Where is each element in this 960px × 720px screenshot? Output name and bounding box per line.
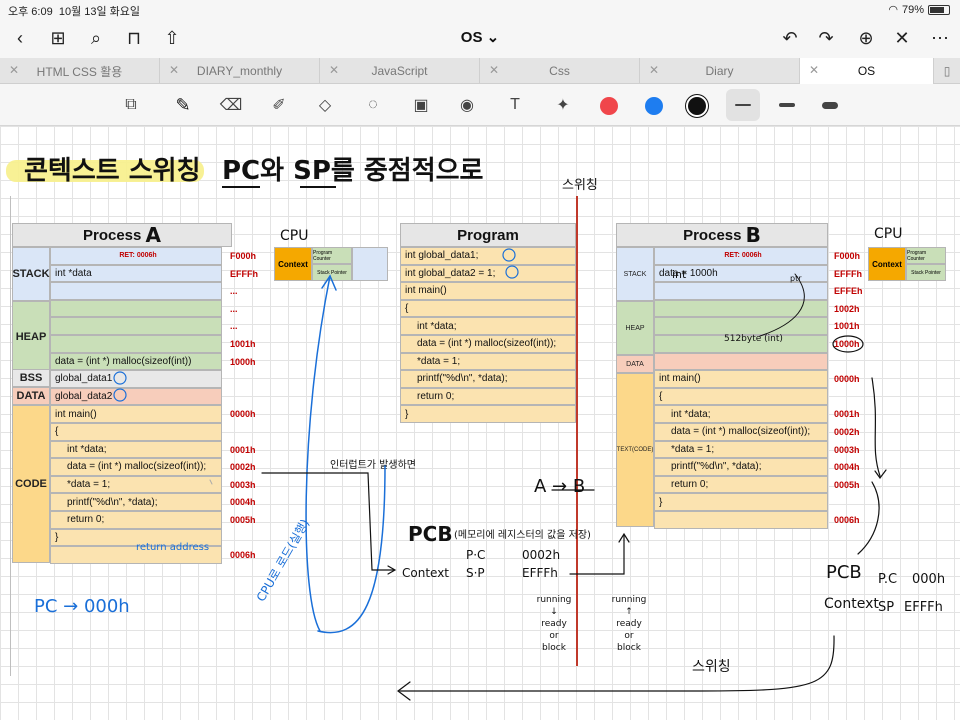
eraser-icon[interactable]: ⌫ <box>218 93 244 117</box>
note-canvas[interactable]: 콘텍스트 스위칭 PC와 SP를 중점적으로 Process A RET: 00… <box>0 126 960 720</box>
b-down-curve <box>857 481 880 555</box>
page-icon[interactable]: ⧉ <box>118 93 144 117</box>
ink-strokes <box>113 248 887 701</box>
battery-fill <box>930 6 945 13</box>
tab-label: DIARY_monthly <box>196 64 283 78</box>
blue-ink-arrow <box>305 275 331 632</box>
lasso-icon[interactable]: ◌ <box>360 93 386 117</box>
close-tab-icon[interactable]: ✕ <box>9 63 19 77</box>
image-icon[interactable]: ▣ <box>408 93 434 117</box>
plus-mark <box>209 479 213 485</box>
text-icon[interactable]: T <box>502 93 528 117</box>
tab-javascript[interactable]: ✕ JavaScript <box>320 58 480 84</box>
heap-addr-circle <box>832 335 864 353</box>
tab-css[interactable]: ✕ Css <box>480 58 640 84</box>
stroke-medium[interactable] <box>779 103 795 107</box>
status-bar: 오후 6:09 10월 13일 화요일 ◠ 79% <box>0 0 960 18</box>
more-icon[interactable]: ⋯ <box>926 24 954 52</box>
tab-label: Css <box>549 64 570 78</box>
redo-icon[interactable]: ↷ <box>812 24 840 52</box>
tab-os[interactable]: ✕ OS <box>800 58 934 84</box>
black-ink-arrow <box>261 472 395 571</box>
blue-circle-2 <box>113 388 127 402</box>
pen-icon[interactable]: ✎ <box>170 93 196 117</box>
status-time: 오후 6:09 <box>8 6 53 18</box>
color-black-swatch[interactable] <box>688 97 706 115</box>
tab-label: Diary <box>705 64 734 78</box>
close-tab-icon[interactable]: ✕ <box>489 63 499 77</box>
camera-icon[interactable]: ◉ <box>454 93 480 117</box>
stroke-thick[interactable] <box>822 102 838 109</box>
nav-bar: ‹ ⊞ ⌕ ⊓ ⇧ OS ⌄ ↶ ↷ ⊕ ✕ ⋯ <box>0 18 960 58</box>
blue-circle-1 <box>113 371 127 385</box>
tab-bar: ✕ HTML CSS 활용 ✕ DIARY_monthly ✕ JavaScript … <box>0 58 960 84</box>
close-tab-icon[interactable]: ✕ <box>169 63 179 77</box>
battery-icon <box>928 4 950 15</box>
close-tab-icon[interactable]: ✕ <box>809 63 819 77</box>
tab-label: OS <box>857 64 876 78</box>
close-tab-icon[interactable]: ✕ <box>649 63 659 77</box>
status-date: 10월 13일 화요일 <box>58 6 141 18</box>
close-icon[interactable]: ✕ <box>888 24 916 52</box>
b-right-arrow <box>871 377 881 477</box>
shapes-icon[interactable]: ◇ <box>312 93 338 117</box>
split-view-icon[interactable]: ▯ <box>934 58 960 84</box>
laser-icon[interactable]: ✦ <box>550 93 576 117</box>
chevron-down-icon: ⌄ <box>486 29 500 46</box>
close-tab-icon[interactable]: ✕ <box>329 63 339 77</box>
blue-ink-curve <box>317 465 386 634</box>
tab-html-css[interactable]: ✕ HTML CSS 활용 <box>0 58 160 84</box>
add-page-icon[interactable]: ⊕ <box>852 24 880 52</box>
color-red-swatch[interactable] <box>600 97 618 115</box>
tab-label: HTML CSS 활용 <box>36 64 123 79</box>
battery-percent: 79% <box>901 3 924 16</box>
undo-icon[interactable]: ↶ <box>776 24 804 52</box>
blue-circle-3 <box>502 248 516 262</box>
stroke-thin[interactable] <box>735 104 751 106</box>
tab-label: JavaScript <box>371 64 428 78</box>
color-blue-swatch[interactable] <box>645 97 663 115</box>
drawing-toolbar: ⧉ ✎ ⌫ ✐ ◇ ◌ ▣ ◉ T ✦ <box>0 84 960 126</box>
tab-diary-monthly[interactable]: ✕ DIARY_monthly <box>160 58 320 84</box>
b-right-arrowhead <box>874 469 887 480</box>
wifi-icon: ◠ <box>888 4 898 16</box>
pcb-to-b-arrow <box>569 535 625 575</box>
stack-heap-link <box>759 273 805 337</box>
highlighter-icon[interactable]: ✐ <box>266 93 292 117</box>
tab-diary[interactable]: ✕ Diary <box>640 58 800 84</box>
blue-circle-4 <box>505 265 519 279</box>
bottom-switch-arrow <box>399 635 835 692</box>
document-title-text: OS <box>460 29 483 46</box>
